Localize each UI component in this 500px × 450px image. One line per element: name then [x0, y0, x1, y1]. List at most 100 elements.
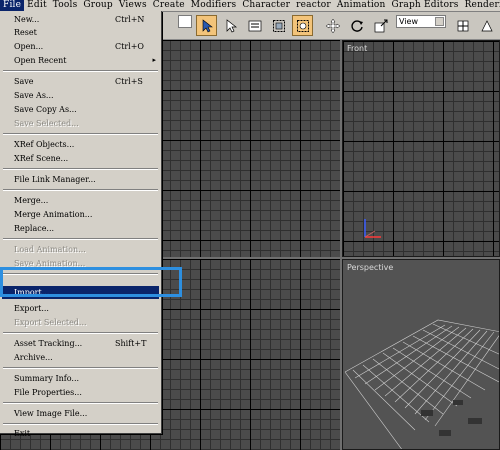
rotate-button[interactable]: [346, 15, 367, 36]
menu-item-label: Save As...: [14, 91, 54, 100]
menu-item-archive[interactable]: Archive...: [2, 351, 159, 364]
import-highlight-annotation: [0, 267, 182, 297]
menu-create[interactable]: Create: [150, 0, 188, 11]
menu-separator: [3, 70, 158, 72]
menu-item-label: XRef Scene...: [14, 154, 69, 163]
perspective-grid: [344, 319, 499, 449]
menu-graph-editors[interactable]: Graph Editors: [389, 0, 462, 11]
menu-item-label: File Link Manager...: [14, 175, 96, 184]
menu-item-save-copy-as[interactable]: Save Copy As...: [2, 103, 159, 116]
menu-item-label: File Properties...: [14, 388, 82, 397]
file-menu-dropdown: New... Ctrl+N Reset Open... Ctrl+O Open …: [0, 11, 162, 438]
menu-rendering[interactable]: Rendering: [462, 0, 500, 11]
menu-separator: [3, 133, 158, 135]
menu-item-label: Asset Tracking...: [14, 339, 83, 348]
menu-item-replace[interactable]: Replace...: [2, 222, 159, 235]
menu-item-shortcut: Ctrl+N: [115, 15, 145, 24]
menu-item-label: New...: [14, 15, 40, 24]
menu-item-label: XRef Objects...: [14, 140, 75, 149]
menu-item-label: Exit: [14, 429, 31, 438]
menu-item-label: Summary Info...: [14, 374, 80, 383]
menu-item-save-as[interactable]: Save As...: [2, 89, 159, 102]
menu-item-label: Load Animation...: [14, 245, 86, 254]
viewport-perspective[interactable]: Perspective: [342, 259, 500, 450]
menu-views[interactable]: Views: [116, 0, 150, 11]
menu-separator: [3, 423, 158, 425]
menu-separator: [3, 168, 158, 170]
menu-item-asset-tracking[interactable]: Asset Tracking... Shift+T: [2, 337, 159, 350]
menu-separator: [3, 367, 158, 369]
menu-modifiers[interactable]: Modifiers: [188, 0, 240, 11]
menu-animation[interactable]: Animation: [334, 0, 389, 11]
menu-item-label: Save: [14, 77, 34, 86]
menu-item-open-recent[interactable]: Open Recent ▸: [2, 54, 159, 67]
menu-item-export[interactable]: Export...: [2, 302, 159, 315]
window-crossing-icon: [296, 19, 309, 32]
menu-item-reset[interactable]: Reset: [2, 26, 159, 39]
menu-item-file-link-manager[interactable]: File Link Manager...: [2, 173, 159, 186]
menu-item-shortcut: Shift+T: [115, 339, 147, 348]
menu-item-view-image-file[interactable]: View Image File...: [2, 407, 159, 420]
menu-item-export-selected: Export Selected...: [2, 316, 159, 329]
menu-item-label: Archive...: [14, 353, 53, 362]
menu-item-xref-scene[interactable]: XRef Scene...: [2, 152, 159, 165]
menu-item-new[interactable]: New... Ctrl+N: [2, 13, 159, 26]
menu-character[interactable]: Character: [239, 0, 293, 11]
window-crossing-button[interactable]: [292, 15, 313, 36]
region-rect-button[interactable]: [268, 15, 289, 36]
menu-group[interactable]: Group: [80, 0, 115, 11]
menu-tools[interactable]: Tools: [50, 0, 81, 11]
menu-item-label: Reset: [14, 28, 37, 37]
menu-item-exit[interactable]: Exit: [2, 427, 159, 440]
menu-item-label: Open Recent: [14, 56, 67, 65]
view-select-value: View: [399, 17, 418, 26]
menu-item-label: Save Selected...: [14, 119, 79, 128]
rect-region-icon: [272, 19, 285, 32]
menu-item-label: Merge...: [14, 196, 49, 205]
submenu-arrow-icon: ▸: [152, 56, 156, 64]
reference-coordinate-dropdown[interactable]: View: [396, 15, 446, 28]
snap-icon: [480, 19, 493, 31]
menu-item-save-selected: Save Selected...: [2, 117, 159, 130]
menu-item-summary-info[interactable]: Summary Info...: [2, 372, 159, 385]
menu-item-shortcut: Ctrl+O: [115, 42, 144, 51]
menu-item-xref-objects[interactable]: XRef Objects...: [2, 138, 159, 151]
scale-button[interactable]: [370, 15, 391, 36]
menu-item-save[interactable]: Save Ctrl+S: [2, 75, 159, 88]
menu-item-load-animation: Load Animation...: [2, 243, 159, 256]
menu-item-merge[interactable]: Merge...: [2, 194, 159, 207]
menu-item-merge-animation[interactable]: Merge Animation...: [2, 208, 159, 221]
list-icon: [248, 20, 261, 31]
scale-icon: [374, 19, 387, 32]
menu-item-label: Save Copy As...: [14, 105, 77, 114]
move-button[interactable]: [322, 15, 343, 36]
axis-tripod-icon: [364, 219, 381, 238]
menu-item-label: Open...: [14, 42, 44, 51]
menu-item-shortcut: Ctrl+S: [115, 77, 143, 86]
menu-item-label: Replace...: [14, 224, 55, 233]
rotate-icon: [350, 19, 363, 32]
menu-separator: [3, 238, 158, 240]
menu-separator: [3, 189, 158, 191]
menu-separator: [3, 332, 158, 334]
menu-file[interactable]: File: [0, 0, 25, 11]
pivot-icon: [457, 20, 468, 31]
menu-item-label: Merge Animation...: [14, 210, 93, 219]
arrow-select-icon: [226, 18, 237, 32]
menu-item-label: Export Selected...: [14, 318, 87, 327]
menu-item-label: View Image File...: [14, 409, 88, 418]
menu-item-open[interactable]: Open... Ctrl+O: [2, 40, 159, 53]
menu-edit[interactable]: Edit: [24, 0, 50, 11]
snap-button[interactable]: [476, 15, 497, 36]
menu-item-label: Export...: [14, 304, 49, 313]
viewport-front[interactable]: Front: [342, 40, 500, 257]
pivot-button[interactable]: [452, 15, 473, 36]
select-by-name-button[interactable]: [220, 15, 241, 36]
menu-item-file-properties[interactable]: File Properties...: [2, 386, 159, 399]
select-region-button[interactable]: [244, 15, 265, 36]
select-object-button[interactable]: [196, 15, 217, 36]
viewport-label-front[interactable]: Front: [347, 44, 367, 53]
selection-filter-dropdown[interactable]: [178, 15, 192, 28]
cursor-icon: [202, 18, 213, 32]
menu-reactor[interactable]: reactor: [293, 0, 334, 11]
